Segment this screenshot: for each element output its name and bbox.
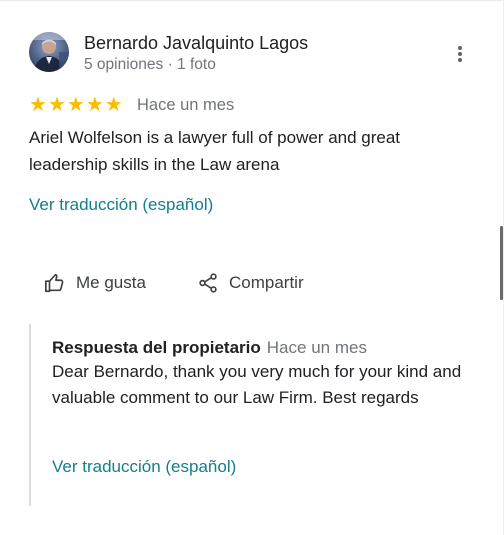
owner-reply-date: Hace un mes bbox=[266, 338, 367, 357]
star-icon: ★ bbox=[85, 94, 104, 116]
review-text: Ariel Wolfelson is a lawyer full of powe… bbox=[29, 128, 401, 174]
star-rating: ★ ★ ★ ★ ★ bbox=[29, 95, 123, 115]
review-date: Hace un mes bbox=[137, 96, 235, 114]
share-button[interactable]: Compartir bbox=[197, 268, 304, 298]
more-vert-icon-dot bbox=[458, 52, 462, 56]
share-icon bbox=[199, 273, 217, 293]
owner-reply-text: Dear Bernardo, thank you very much for y… bbox=[52, 362, 462, 407]
star-icon: ★ bbox=[47, 94, 66, 116]
more-vert-icon-dot bbox=[458, 58, 462, 62]
star-icon: ★ bbox=[66, 94, 85, 116]
avatar[interactable] bbox=[29, 32, 69, 72]
star-icon: ★ bbox=[29, 94, 47, 116]
thumb-up-icon bbox=[45, 273, 64, 293]
review-card: Bernardo Javalquinto Lagos 5 opiniones ·… bbox=[0, 0, 504, 535]
reviewer-meta: 5 opiniones · 1 foto bbox=[84, 56, 216, 73]
share-label: Compartir bbox=[229, 273, 304, 292]
like-label: Me gusta bbox=[76, 273, 146, 292]
more-options-button[interactable] bbox=[450, 42, 470, 66]
avatar-photo bbox=[29, 32, 69, 72]
translate-review-link[interactable]: Ver traducción (español) bbox=[29, 195, 213, 215]
more-vert-icon bbox=[458, 46, 462, 50]
owner-reply-header: Respuesta del propietario Hace un mes bbox=[52, 338, 367, 358]
star-icon: ★ bbox=[104, 94, 123, 116]
translate-reply-link[interactable]: Ver traducción (español) bbox=[52, 457, 236, 477]
owner-reply: Respuesta del propietario Hace un mes Dea… bbox=[29, 324, 481, 506]
reviewer-name[interactable]: Bernardo Javalquinto Lagos bbox=[84, 33, 308, 54]
like-button[interactable]: Me gusta bbox=[44, 268, 146, 298]
scrollbar-thumb[interactable] bbox=[500, 226, 503, 300]
divider bbox=[0, 0, 504, 1]
owner-reply-title: Respuesta del propietario bbox=[52, 338, 261, 357]
